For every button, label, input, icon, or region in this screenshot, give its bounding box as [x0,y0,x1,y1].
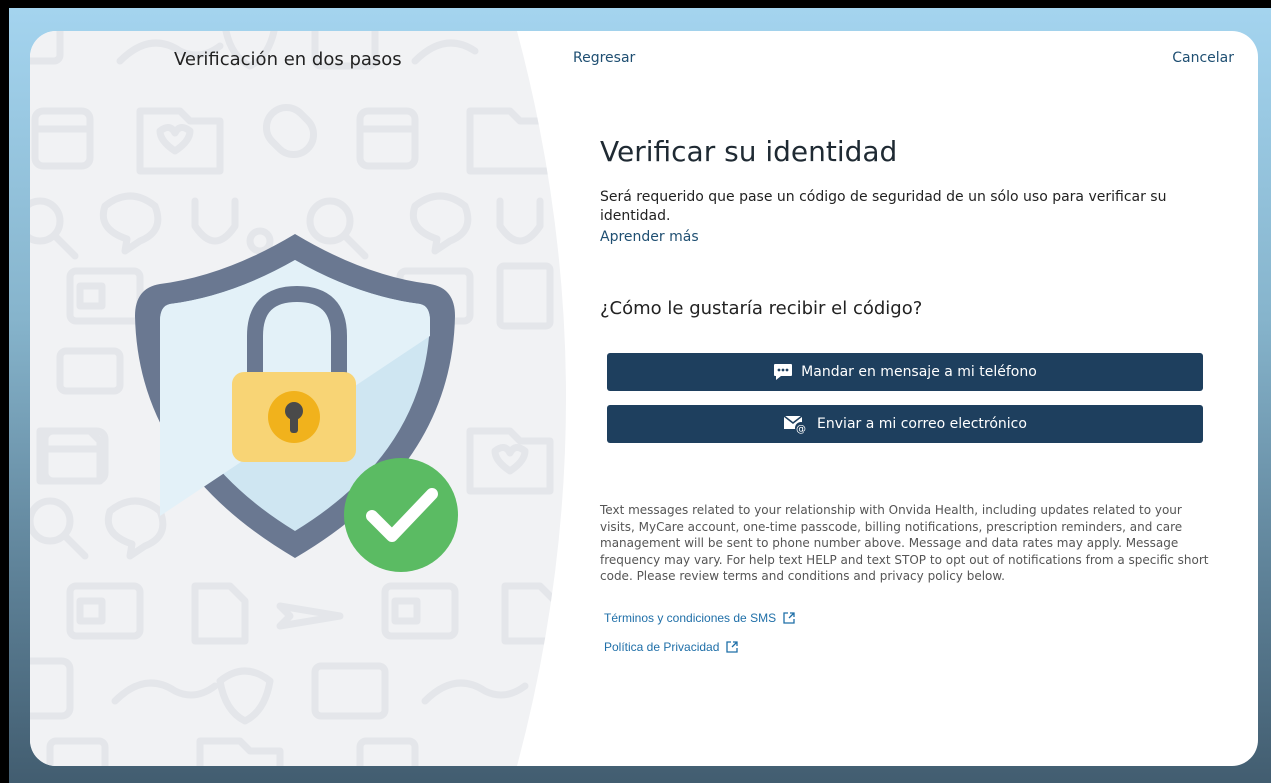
sms-terms-label: Términos y condiciones de SMS [604,611,777,625]
external-link-icon [783,612,795,624]
illustration-panel: Verificación en dos pasos [30,31,590,766]
send-sms-label: Mandar en mensaje a mi teléfono [801,364,1037,380]
verification-dialog: Verificación en dos pasos Regresar Cance… [30,31,1258,766]
chat-bubble-icon [773,363,793,381]
panel-title: Verificación en dos pasos [174,49,402,70]
sms-disclaimer: Text messages related to your relationsh… [600,503,1209,583]
intro-text: Será requerido que pase un código de seg… [600,189,1167,224]
send-email-button[interactable]: @ Enviar a mi correo electrónico [607,405,1203,443]
privacy-policy-link[interactable]: Política de Privacidad [604,640,739,654]
check-badge-icon [344,458,458,572]
learn-more-link[interactable]: Aprender más [600,229,699,245]
delivery-question: ¿Cómo le gustaría recibir el código? [600,298,923,319]
privacy-policy-label: Política de Privacidad [604,640,720,654]
external-link-icon [726,641,739,653]
back-link[interactable]: Regresar [573,50,635,66]
envelope-at-icon: @ [783,414,809,434]
sms-terms-link[interactable]: Términos y condiciones de SMS [604,611,795,625]
send-sms-button[interactable]: Mandar en mensaje a mi teléfono [607,353,1203,391]
page-heading: Verificar su identidad [600,135,898,168]
svg-text:@: @ [796,424,806,434]
cancel-link[interactable]: Cancelar [1172,50,1234,66]
send-email-label: Enviar a mi correo electrónico [817,416,1027,432]
